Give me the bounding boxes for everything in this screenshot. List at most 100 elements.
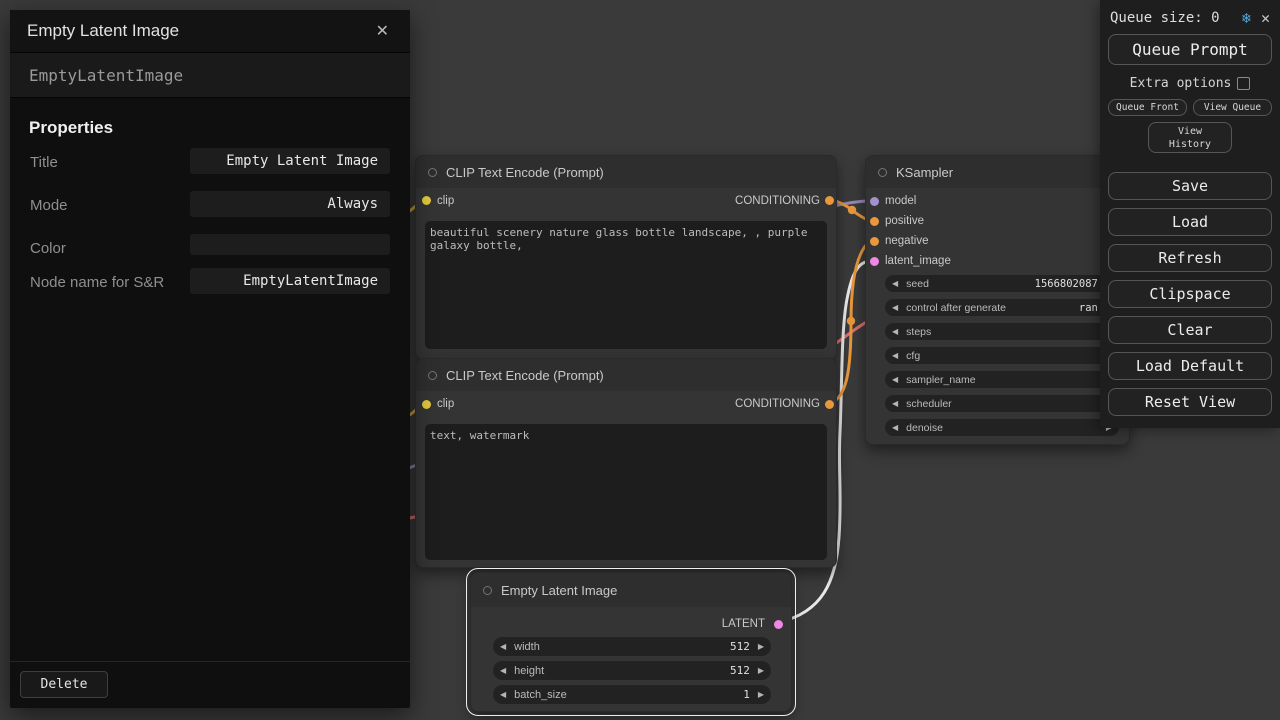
height-widget[interactable]: ◀ height 512 ▶ (493, 661, 771, 680)
queue-front-button[interactable]: Queue Front (1108, 99, 1187, 116)
steps-widget[interactable]: ◀ steps ▶ (885, 323, 1119, 340)
panel-titlebar: Empty Latent Image ✕ (10, 10, 410, 52)
widget-label: cfg (906, 350, 920, 362)
widget-value: 512 (730, 640, 750, 653)
denoise-widget[interactable]: ◀ denoise ▶ (885, 419, 1119, 436)
control-after-generate-widget[interactable]: ◀ control after generate ran ▶ (885, 299, 1119, 316)
node-clip-text-encode-positive[interactable]: CLIP Text Encode (Prompt) clip CONDITION… (415, 155, 837, 360)
decrement-arrow-icon[interactable]: ◀ (892, 304, 898, 312)
decrement-arrow-icon[interactable]: ◀ (892, 376, 898, 384)
node-properties-panel: Empty Latent Image ✕ EmptyLatentImage Pr… (10, 10, 410, 708)
decrement-arrow-icon[interactable]: ◀ (892, 328, 898, 336)
widget-value: 1566802087 (1035, 278, 1098, 290)
view-queue-button[interactable]: View Queue (1193, 99, 1272, 116)
decrement-arrow-icon[interactable]: ◀ (892, 400, 898, 408)
latent-image-input-socket[interactable] (870, 257, 879, 266)
widget-label: scheduler (906, 398, 952, 410)
widget-value: ran (1079, 302, 1098, 314)
width-widget[interactable]: ◀ width 512 ▶ (493, 637, 771, 656)
mode-field-label: Mode (30, 195, 180, 216)
save-button[interactable]: Save (1108, 172, 1272, 200)
collapse-dot-icon[interactable] (428, 168, 437, 177)
menu-header[interactable]: Queue size: 0 ❄ ✕ (1108, 8, 1272, 34)
title-field-input[interactable] (190, 148, 390, 174)
decrement-arrow-icon[interactable]: ◀ (892, 280, 898, 288)
sampler-name-widget[interactable]: ◀ sampler_name ▶ (885, 371, 1119, 388)
decrement-arrow-icon[interactable]: ◀ (892, 352, 898, 360)
conditioning-output-socket[interactable] (825, 400, 834, 409)
node-header[interactable]: CLIP Text Encode (Prompt) (416, 156, 836, 188)
widget-label: seed (906, 278, 929, 290)
node-ksampler[interactable]: KSampler model positive negative latent_… (865, 155, 1130, 445)
model-input-socket[interactable] (870, 197, 879, 206)
title-field-label: Title (30, 152, 180, 173)
panel-title: Empty Latent Image (27, 21, 179, 41)
color-field-input[interactable] (190, 234, 390, 255)
increment-arrow-icon[interactable]: ▶ (758, 643, 764, 651)
node-header[interactable]: Empty Latent Image (471, 573, 791, 607)
node-title: Empty Latent Image (501, 583, 617, 598)
node-header[interactable]: CLIP Text Encode (Prompt) (416, 359, 836, 391)
panel-node-type: EmptyLatentImage (10, 52, 410, 98)
conditioning-output-label: CONDITIONING (735, 195, 820, 207)
settings-snowflake-icon[interactable]: ❄ (1242, 11, 1251, 26)
collapse-dot-icon[interactable] (878, 168, 887, 177)
reset-view-button[interactable]: Reset View (1108, 388, 1272, 416)
positive-input-label: positive (885, 215, 924, 227)
decrement-arrow-icon[interactable]: ◀ (500, 643, 506, 651)
delete-node-button[interactable]: Delete (20, 671, 108, 698)
clipspace-button[interactable]: Clipspace (1108, 280, 1272, 308)
load-default-button[interactable]: Load Default (1108, 352, 1272, 380)
positive-input-socket[interactable] (870, 217, 879, 226)
negative-input-label: negative (885, 235, 928, 247)
close-icon[interactable]: ✕ (372, 19, 393, 43)
collapse-dot-icon[interactable] (428, 371, 437, 380)
collapse-dot-icon[interactable] (483, 586, 492, 595)
wire-junction-dot (848, 206, 856, 214)
conditioning-output-label: CONDITIONING (735, 398, 820, 410)
seed-widget[interactable]: ◀ seed 1566802087 ▶ (885, 275, 1119, 292)
widget-label: control after generate (906, 302, 1006, 314)
extra-options-label: Extra options (1130, 76, 1232, 91)
clear-button[interactable]: Clear (1108, 316, 1272, 344)
widget-label: batch_size (514, 689, 567, 701)
comfy-menu: Queue size: 0 ❄ ✕ Queue Prompt Extra opt… (1100, 0, 1280, 428)
negative-input-socket[interactable] (870, 237, 879, 246)
mode-field-input[interactable] (190, 191, 390, 217)
increment-arrow-icon[interactable]: ▶ (758, 667, 764, 675)
model-input-label: model (885, 195, 916, 207)
decrement-arrow-icon[interactable]: ◀ (500, 691, 506, 699)
clip-input-label: clip (437, 195, 454, 207)
node-title: CLIP Text Encode (Prompt) (446, 368, 604, 383)
clip-input-socket[interactable] (422, 400, 431, 409)
node-empty-latent-image[interactable]: Empty Latent Image LATENT ◀ width 512 ▶ … (470, 572, 792, 712)
prompt-text-widget[interactable]: text, watermark (425, 424, 827, 560)
node-name-field-input[interactable] (190, 268, 390, 294)
extra-options-checkbox[interactable] (1237, 77, 1250, 90)
queue-size-label: Queue size: 0 (1110, 10, 1220, 26)
latent-output-label: LATENT (722, 618, 765, 630)
refresh-button[interactable]: Refresh (1108, 244, 1272, 272)
close-icon[interactable]: ✕ (1261, 11, 1270, 26)
widget-value: 512 (730, 664, 750, 677)
clip-input-socket[interactable] (422, 196, 431, 205)
decrement-arrow-icon[interactable]: ◀ (500, 667, 506, 675)
node-header[interactable]: KSampler (866, 156, 1129, 188)
increment-arrow-icon[interactable]: ▶ (758, 691, 764, 699)
conditioning-output-socket[interactable] (825, 196, 834, 205)
view-history-button[interactable]: View History (1148, 122, 1232, 153)
wire-junction-dot (847, 317, 855, 325)
color-field-label: Color (30, 238, 180, 259)
cfg-widget[interactable]: ◀ cfg ▶ (885, 347, 1119, 364)
prompt-text-widget[interactable]: beautiful scenery nature glass bottle la… (425, 221, 827, 349)
scheduler-widget[interactable]: ◀ scheduler ▶ (885, 395, 1119, 412)
batch-size-widget[interactable]: ◀ batch_size 1 ▶ (493, 685, 771, 704)
widget-value: 1 (743, 688, 750, 701)
latent-output-socket[interactable] (774, 620, 783, 629)
load-button[interactable]: Load (1108, 208, 1272, 236)
node-title: KSampler (896, 165, 953, 180)
queue-prompt-button[interactable]: Queue Prompt (1108, 34, 1272, 65)
widget-label: denoise (906, 422, 943, 434)
node-clip-text-encode-negative[interactable]: CLIP Text Encode (Prompt) clip CONDITION… (415, 358, 837, 568)
decrement-arrow-icon[interactable]: ◀ (892, 424, 898, 432)
